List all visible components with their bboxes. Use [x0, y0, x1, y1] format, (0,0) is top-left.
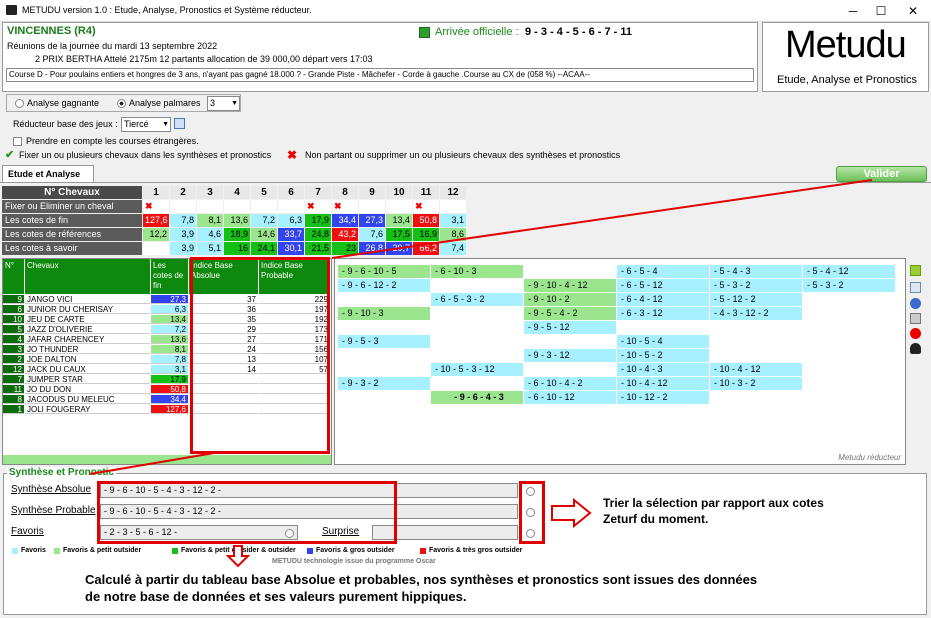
arrow-down-icon [225, 545, 251, 568]
annotation-arrows [89, 179, 873, 568]
arrow-line-valider [331, 179, 873, 259]
arrow-right-icon [551, 497, 592, 529]
arrow-line-synthese [89, 451, 221, 475]
